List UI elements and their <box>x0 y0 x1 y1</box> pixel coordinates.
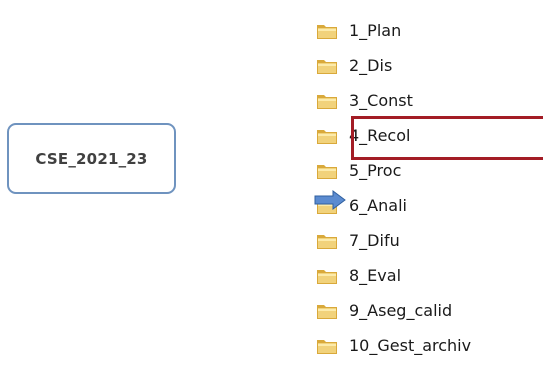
folder-icon <box>316 301 338 321</box>
folder-icon <box>316 56 338 76</box>
folder-item-7-difu[interactable]: 7_Difu <box>316 228 400 254</box>
folder-icon <box>316 21 338 41</box>
folder-label: 3_Const <box>349 91 413 110</box>
folder-icon <box>316 336 338 356</box>
right-arrow-icon <box>313 189 347 211</box>
folder-item-1-plan[interactable]: 1_Plan <box>316 18 401 44</box>
folder-label: 1_Plan <box>349 21 402 40</box>
folder-label: 2_Dis <box>349 56 393 75</box>
folder-label: 5_Proc <box>349 161 402 180</box>
folder-icon <box>316 91 338 111</box>
folder-label: 4_Recol <box>349 126 411 145</box>
folder-label: 8_Eval <box>349 266 402 285</box>
folder-label: 10_Gest_archiv <box>349 336 472 355</box>
folder-item-9-aseg-calid[interactable]: 9_Aseg_calid <box>316 298 452 324</box>
root-folder-box: CSE_2021_23 <box>7 123 176 194</box>
folder-item-3-const[interactable]: 3_Const <box>316 88 413 114</box>
folder-icon <box>316 231 338 251</box>
folder-icon <box>316 266 338 286</box>
folder-item-2-dis[interactable]: 2_Dis <box>316 53 392 79</box>
folder-label: 9_Aseg_calid <box>349 301 453 320</box>
folder-label: 7_Difu <box>349 231 400 250</box>
folder-item-4-recol[interactable]: 4_Recol <box>316 123 410 149</box>
root-folder-label: CSE_2021_23 <box>35 149 148 168</box>
folder-item-10-gest-archiv[interactable]: 10_Gest_archiv <box>316 333 471 359</box>
folder-icon <box>316 126 338 146</box>
folder-icon <box>316 161 338 181</box>
folder-item-5-proc[interactable]: 5_Proc <box>316 158 401 184</box>
folder-item-8-eval[interactable]: 8_Eval <box>316 263 401 289</box>
folder-label: 6_Anali <box>349 196 407 215</box>
